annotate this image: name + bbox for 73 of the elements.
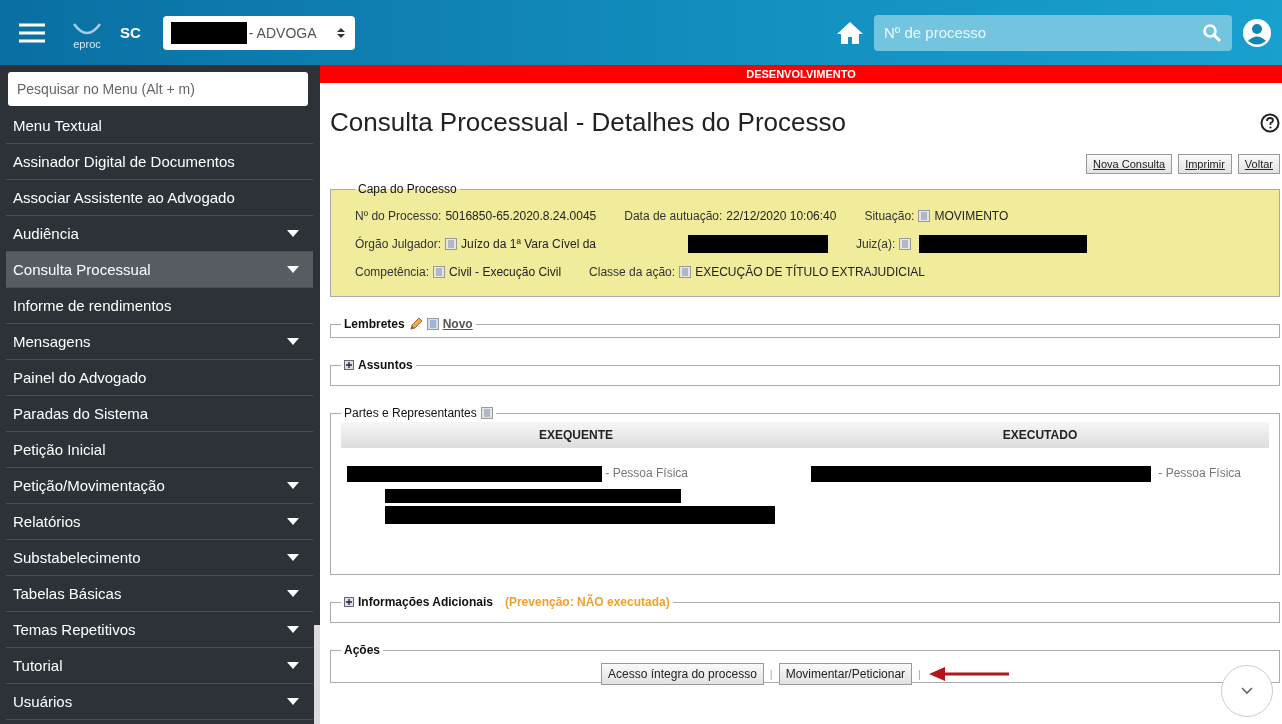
app-logo: eproc <box>72 21 102 50</box>
field-label: Juiz(a): <box>856 237 896 251</box>
sidebar-item[interactable]: Relatórios <box>6 504 313 540</box>
toolbar-button[interactable]: Imprimir <box>1178 154 1232 174</box>
sidebar-item[interactable]: Usuários <box>6 684 313 720</box>
sidebar-item[interactable]: Substabelecimento <box>6 540 313 576</box>
sidebar-item[interactable]: Consulta Processual <box>6 252 313 288</box>
sidebar-item[interactable]: Menu Textual <box>6 108 313 144</box>
field-value: 22/12/2020 10:06:40 <box>726 209 837 223</box>
search-field[interactable]: Nº de processo <box>874 14 1232 51</box>
field-value: 5016850-65.2020.8.24.0045 <box>445 209 597 223</box>
sidebar-item[interactable]: Paradas do Sistema <box>6 396 313 432</box>
field-label: Data de autuação: <box>624 209 723 223</box>
note-icon <box>426 318 439 330</box>
field-value: Civil - Execução Civil <box>449 265 562 279</box>
sidebar-item[interactable]: Informe de rendimentos <box>6 288 313 324</box>
user-avatar-icon[interactable] <box>1242 17 1272 48</box>
section-title: Assuntos <box>358 358 413 372</box>
help-icon[interactable] <box>1260 112 1280 133</box>
expand-icon[interactable] <box>344 597 354 607</box>
field-label: Situação: <box>864 209 915 223</box>
separator: | <box>769 668 773 680</box>
expand-icon[interactable] <box>344 360 354 370</box>
toolbar-button[interactable]: Nova Consulta <box>1086 154 1173 174</box>
field-value: Juízo da 1ª Vara Cível da <box>461 237 597 251</box>
document-icon[interactable] <box>918 210 931 222</box>
section-title: Ações <box>344 643 381 657</box>
section-title: Informações Adicionais <box>358 595 493 609</box>
field-label: Nº do Processo: <box>355 209 442 223</box>
section-title: Lembretes <box>344 317 405 331</box>
new-reminder-link[interactable]: Novo <box>442 317 473 331</box>
section-title: Partes e Representantes <box>344 406 477 420</box>
field-label: Órgão Julgador: <box>355 237 442 251</box>
action-button[interactable]: Movimentar/Peticionar <box>778 663 913 685</box>
document-icon[interactable] <box>679 266 692 278</box>
chevron-down-icon <box>1241 687 1253 695</box>
party-type: - Pessoa Física <box>605 466 689 481</box>
section-title: Capa do Processo <box>358 182 457 196</box>
sidebar-item[interactable]: Tutorial <box>6 648 313 684</box>
sidebar-item[interactable]: Mensagens <box>6 324 313 360</box>
home-icon[interactable] <box>836 20 864 45</box>
document-icon[interactable] <box>899 238 912 250</box>
document-icon[interactable] <box>433 266 446 278</box>
sidebar-item[interactable]: Temas Repetitivos <box>6 612 313 648</box>
toolbar-button[interactable]: Voltar <box>1237 154 1280 174</box>
separator: | <box>918 668 921 680</box>
scroll-down-button[interactable] <box>1221 665 1273 717</box>
document-icon[interactable] <box>445 238 458 250</box>
environment-banner: DESENVOLVIMENTO <box>320 65 1282 83</box>
sidebar-item[interactable]: Petição Inicial <box>6 432 313 468</box>
sidebar-item[interactable]: Painel do Advogado <box>6 360 313 396</box>
field-value: MOVIMENTO <box>934 209 1009 223</box>
sidebar-item[interactable]: Assinador Digital de Documentos <box>6 144 313 180</box>
list-icon[interactable] <box>480 407 493 419</box>
column-header: EXEQUENTE <box>341 422 811 448</box>
profile-select[interactable]: - ADVOGA <box>162 15 355 50</box>
sidebar-item[interactable]: Petição/Movimentação <box>6 468 313 504</box>
menu-icon[interactable] <box>18 22 46 43</box>
field-label: Competência: <box>355 265 430 279</box>
pencil-icon[interactable] <box>408 317 423 331</box>
sidebar-item[interactable]: Tabelas Básicas <box>6 576 313 612</box>
prevention-status: (Prevenção: NÃO executada) <box>504 595 670 609</box>
sidebar-item[interactable]: Associar Assistente ao Advogado <box>6 180 313 216</box>
party-type: - Pessoa Física <box>1158 466 1242 481</box>
updown-caret-icon <box>336 26 345 39</box>
search-icon[interactable] <box>1202 22 1222 43</box>
field-label: Classe da ação: <box>589 265 676 279</box>
menu-search-field[interactable]: Pesquisar no Menu (Alt + m) <box>8 72 308 106</box>
action-button[interactable]: Acesso íntegra do processo <box>601 663 764 685</box>
field-value: EXECUÇÃO DE TÍTULO EXTRAJUDICIAL <box>695 265 925 279</box>
region-label: SC <box>120 24 141 41</box>
page-title: Consulta Processual - Detalhes do Processo <box>330 107 846 138</box>
column-header: EXECUTADO <box>811 422 1269 448</box>
